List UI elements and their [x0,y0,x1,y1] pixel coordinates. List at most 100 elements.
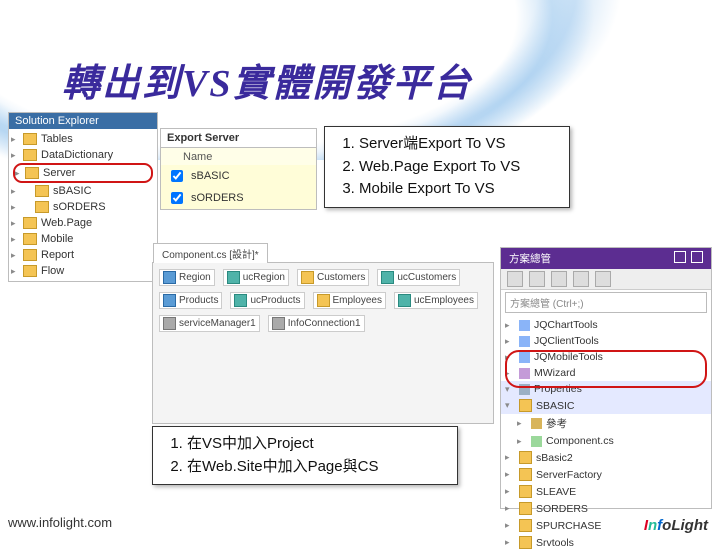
tree-item-label: SBASIC [536,400,575,412]
solution-item-server[interactable]: Server [13,163,153,183]
export-server-panel: Export Server Name sBASIC sORDERS [160,128,317,210]
tree-item[interactable]: SLEAVE [501,483,711,500]
designer-component[interactable]: ucEmployees [394,292,478,309]
export-item-label: sORDERS [191,192,244,204]
folder-icon [23,149,37,161]
callout-item: Mobile Export To VS [359,178,559,201]
folder-icon [519,399,532,412]
tree-item[interactable]: JQMobileTools [501,349,711,365]
slide-title: 轉出到VS實體開發平台 [62,52,472,107]
designer-component[interactable]: ucCustomers [377,269,460,286]
component-label: ucCustomers [397,272,456,283]
solution-item[interactable]: Flow [9,263,157,279]
tool-icon [519,336,530,347]
tree-item-label: 參考 [546,416,567,431]
export-server-header: Name [161,148,316,165]
component-icon [163,294,176,307]
tree-item-label: Srvtools [536,537,574,549]
solution-item[interactable]: Mobile [9,231,157,247]
properties-icon[interactable] [595,271,611,287]
tree-item[interactable]: JQClientTools [501,333,711,349]
vs-solution-titlebar: 方案總管 [501,248,711,269]
folder-icon [519,451,532,464]
tree-item-label: MWizard [534,367,575,379]
folder-icon [519,485,532,498]
export-server-title: Export Server [161,129,316,148]
solution-item[interactable]: sORDERS [9,199,157,215]
solution-explorer-panel: Solution Explorer TablesDataDictionarySe… [8,112,158,282]
tree-item-label: ServerFactory [536,469,602,481]
designer-component[interactable]: ucProducts [230,292,304,309]
component-label: Employees [333,295,382,306]
export-item[interactable]: sBASIC [161,165,316,187]
tree-item-label: SPURCHASE [536,520,601,532]
solution-item[interactable]: sBASIC [9,183,157,199]
component-icon [272,317,285,330]
component-label: Products [179,295,218,306]
tree-item-label: Properties [534,383,582,395]
callout-item: Server端Export To VS [359,133,559,156]
showall-icon[interactable] [573,271,589,287]
tree-item[interactable]: 參考 [501,414,711,433]
component-icon [381,271,394,284]
home-icon[interactable] [507,271,523,287]
designer-component[interactable]: Products [159,292,222,309]
component-icon [163,317,176,330]
tool-icon [519,352,530,363]
designer-component[interactable]: Employees [313,292,386,309]
tree-item[interactable]: SORDERS [501,500,711,517]
tree-item[interactable]: sBasic2 [501,449,711,466]
pin-icon[interactable] [674,251,686,263]
designer-component[interactable]: InfoConnection1 [268,315,365,332]
component-icon [234,294,247,307]
solution-explorer-list: Tables DataDictionary ServersBASIC sORDERS W… [9,129,157,281]
window-controls[interactable] [672,251,703,266]
export-checkbox[interactable] [171,192,183,204]
tree-item-label: JQClientTools [534,335,599,347]
tree-item-label: JQChartTools [534,319,598,331]
export-checkbox[interactable] [171,170,183,182]
solution-item-label: Tables [41,133,73,145]
component-label: Customers [317,272,365,283]
close-icon[interactable] [691,251,703,263]
vs-solution-search[interactable]: 方案總管 (Ctrl+;) [505,292,707,313]
tree-item[interactable]: ServerFactory [501,466,711,483]
designer-component[interactable]: serviceManager1 [159,315,260,332]
solution-item[interactable]: DataDictionary [9,147,157,163]
vs-solution-panel: 方案總管 方案總管 (Ctrl+;) JQChartTools JQClientT… [500,247,712,509]
folder-icon [23,249,37,261]
tree-item-label: SORDERS [536,503,588,515]
vs-solution-title: 方案總管 [509,251,551,266]
tree-item[interactable]: SBASIC [501,397,711,414]
solution-item[interactable]: Tables [9,131,157,147]
designer-component[interactable]: ucRegion [223,269,289,286]
component-icon [227,271,240,284]
solution-item-label: sORDERS [53,201,106,213]
designer-component[interactable]: Customers [297,269,369,286]
tree-item[interactable]: Properties [501,381,711,397]
solution-item[interactable]: Report [9,247,157,263]
component-label: InfoConnection1 [288,318,361,329]
solution-item[interactable]: Web.Page [9,215,157,231]
callout-item: 在VS中加入Project [187,433,447,456]
callout-item: 在Web.Site中加入Page與CS [187,456,447,479]
tree-item[interactable]: Srvtools [501,534,711,551]
vs-designer-tab[interactable]: Component.cs [設計]* [153,243,268,263]
tree-item[interactable]: Component.cs [501,433,711,449]
collapse-icon[interactable] [551,271,567,287]
tree-item[interactable]: MWizard [501,365,711,381]
tree-item-label: Component.cs [546,435,614,447]
csharp-icon [531,436,542,447]
wrench-icon [519,384,530,395]
node-icon [531,418,542,429]
solution-item-label: DataDictionary [41,149,113,161]
wand-icon [519,368,530,379]
component-icon [317,294,330,307]
tree-item[interactable]: JQChartTools [501,317,711,333]
export-item[interactable]: sORDERS [161,187,316,209]
component-label: Region [179,272,211,283]
designer-component[interactable]: Region [159,269,215,286]
refresh-icon[interactable] [529,271,545,287]
footer-url: www.infolight.com [8,515,112,530]
tree-item-label: sBasic2 [536,452,573,464]
